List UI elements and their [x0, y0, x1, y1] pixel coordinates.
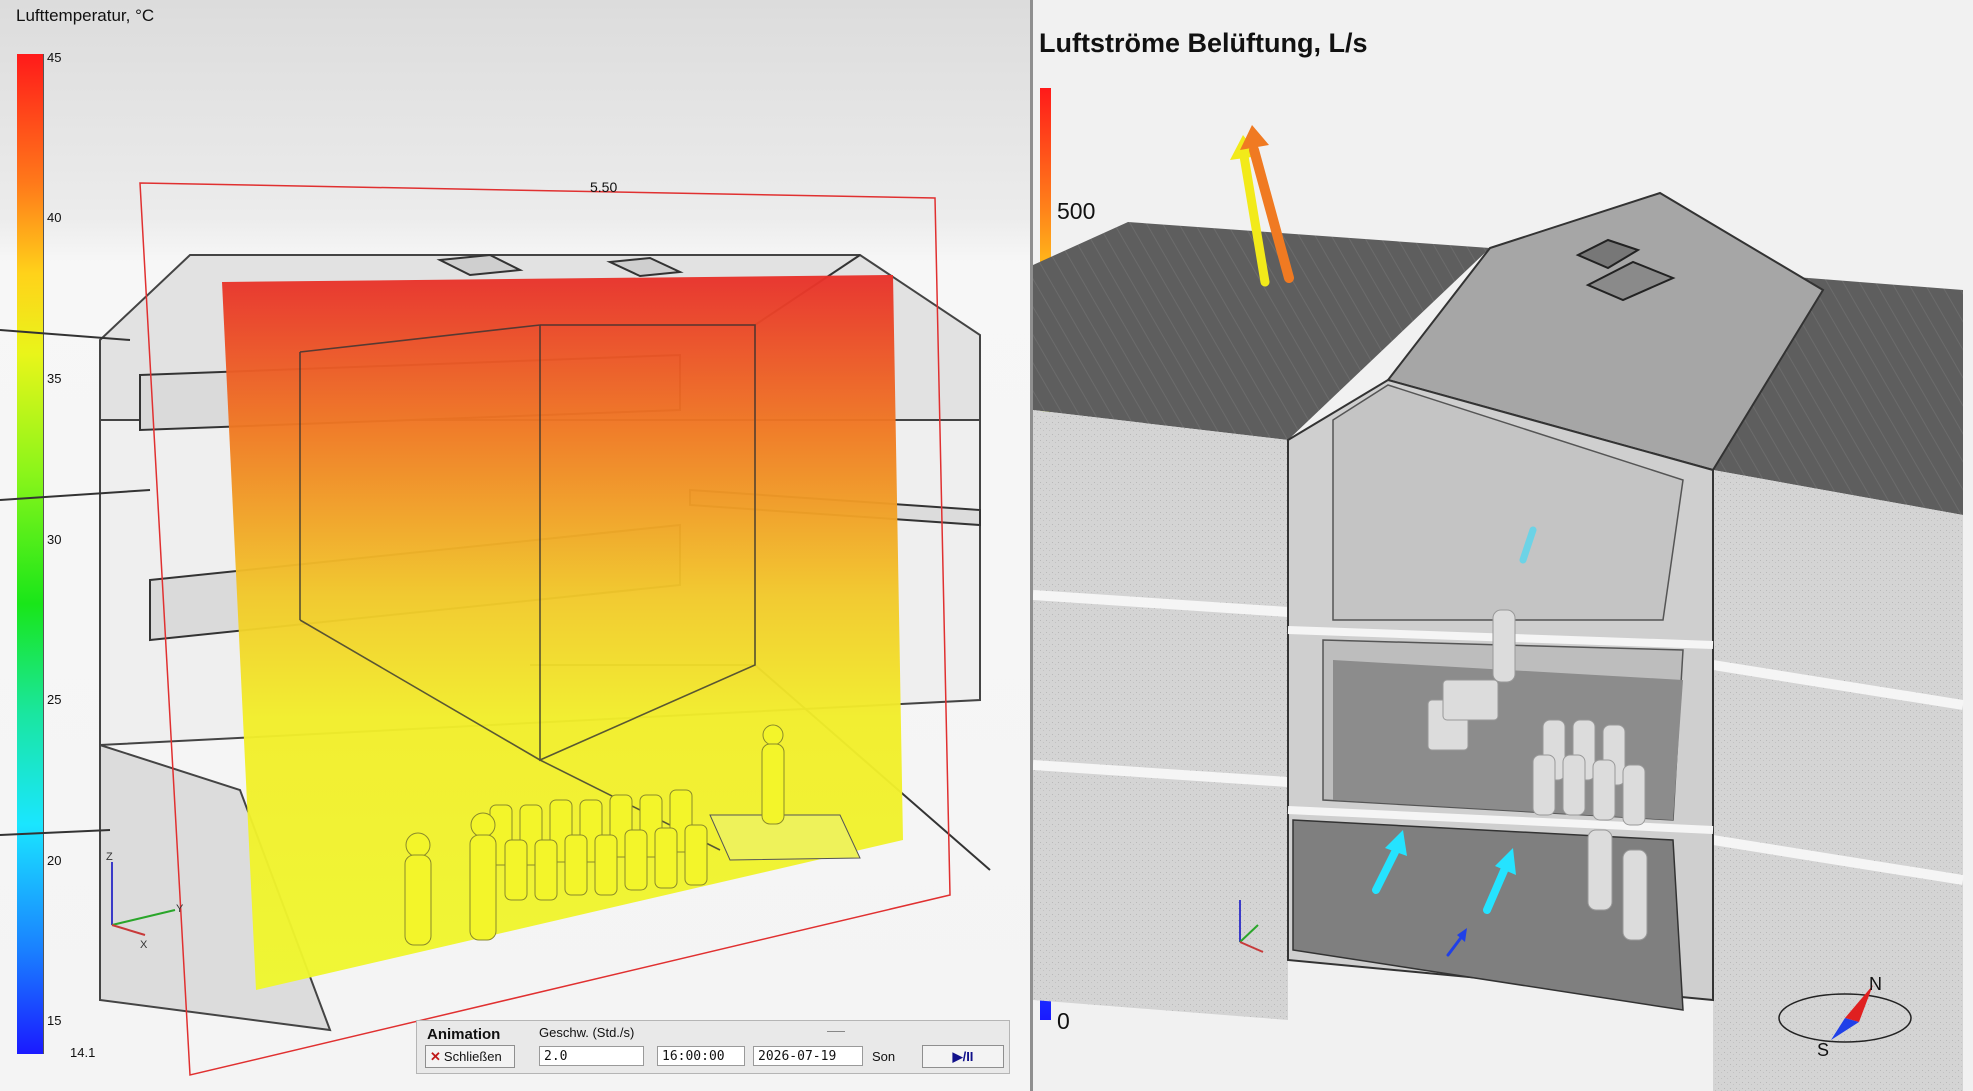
airflow-color-scale [1040, 88, 1051, 1020]
compass: N S [1778, 974, 1912, 1060]
wall-right [1713, 470, 1963, 1091]
temperature-slice-plane [222, 275, 903, 990]
animation-panel: Animation Geschw. (Std./s) ✕ Schließen 2.… [416, 1020, 1010, 1074]
people-figures [1427, 609, 1648, 941]
close-animation-label: Schließen [443, 1049, 502, 1064]
airflow-3d-scene: N S [1033, 125, 1964, 1091]
airflow-tick-0: 0 [1057, 1008, 1070, 1034]
time-input[interactable]: 16:00:00 [657, 1046, 745, 1066]
temperature-view[interactable]: Lufttemperatur, °C 45 40 35 30 25 20 15 … [0, 0, 1030, 1091]
play-pause-button[interactable]: ▶/II [922, 1045, 1004, 1068]
day-of-week-label: Son [872, 1049, 896, 1064]
axis-z-label: Z [106, 851, 113, 863]
compass-south-label: S [1817, 1040, 1829, 1060]
close-icon: ✕ [430, 1049, 441, 1064]
airflow-title: Luftströme Belüftung, L/s [1039, 28, 1368, 58]
airflow-tick-500: 500 [1057, 198, 1096, 224]
speed-label: Geschw. (Std./s) [539, 1025, 635, 1040]
dimension-label: 5.50 [590, 179, 617, 195]
close-animation-button[interactable]: ✕ Schließen [425, 1045, 515, 1068]
airflow-view[interactable]: Luftströme Belüftung, L/s 500 400 300 20… [1033, 0, 1973, 1091]
roof-right [1713, 272, 1963, 515]
speed-input[interactable]: 2.0 [539, 1046, 644, 1066]
airflow-tick-200: 200 [1057, 684, 1096, 710]
airflow-tick-100: 100 [1057, 846, 1096, 872]
airflow-tick-300: 300 [1057, 522, 1096, 548]
date-input[interactable]: 2026-07-19 [753, 1046, 863, 1066]
interior-cutaway [1287, 378, 1714, 1002]
axis-x-label: X [140, 939, 148, 951]
roof-center [1386, 191, 1825, 472]
panel-grip[interactable] [827, 1031, 845, 1032]
animation-title: Animation [427, 1026, 501, 1043]
compass-north-label: N [1869, 974, 1882, 994]
wall-left [1033, 410, 1288, 1020]
temperature-3d-scene: Z Y X 5.50 [0, 179, 991, 1076]
roof-left [1033, 222, 1490, 440]
axis-y-label: Y [176, 903, 184, 915]
airflow-tick-400: 400 [1057, 360, 1096, 386]
